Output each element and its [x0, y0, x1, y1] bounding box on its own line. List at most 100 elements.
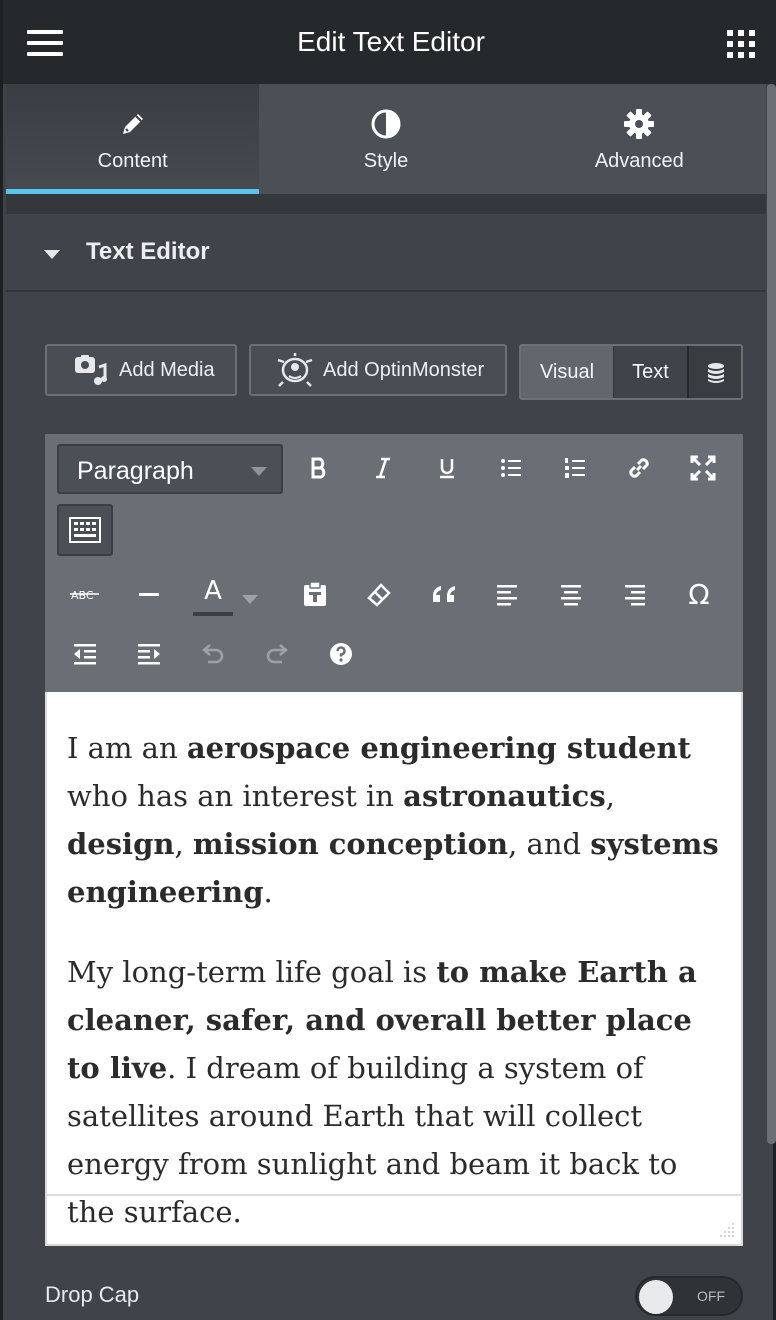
text-color-button[interactable]: A	[189, 570, 237, 618]
eraser-icon	[367, 583, 391, 607]
quote-icon	[433, 586, 455, 602]
caret-down-icon	[44, 250, 60, 259]
paste-as-text-button[interactable]	[291, 570, 339, 618]
fullscreen-icon	[690, 455, 716, 481]
clear-formatting-button[interactable]	[355, 570, 403, 618]
link-icon	[629, 458, 649, 478]
dynamic-tags-button[interactable]	[687, 346, 741, 398]
indent-icon	[138, 644, 160, 665]
media-icon	[75, 355, 107, 385]
editor-content[interactable]: I am an aerospace engineering student wh…	[67, 724, 727, 1244]
panel-tabs: Content Style Advanced	[6, 84, 766, 194]
drop-cap-toggle[interactable]: OFF	[635, 1276, 743, 1316]
horizontal-line-button[interactable]	[125, 570, 173, 618]
italic-button[interactable]	[359, 444, 407, 492]
toggle-knob	[639, 1280, 673, 1314]
paragraph-1: I am an aerospace engineering student wh…	[67, 724, 727, 916]
tab-style[interactable]: Style	[259, 84, 512, 194]
special-character-button[interactable]: Ω	[675, 570, 723, 618]
outdent-icon	[74, 644, 96, 665]
add-media-button[interactable]: Add Media	[45, 344, 237, 396]
editor-mode-switch: Visual Text	[519, 344, 743, 400]
bold-run: astronautics	[403, 779, 606, 813]
insert-link-button[interactable]	[615, 444, 663, 492]
fullscreen-button[interactable]	[679, 444, 727, 492]
help-button[interactable]	[317, 630, 365, 678]
bold-run: aerospace engineering student	[186, 731, 691, 765]
add-optinmonster-button[interactable]: Add OptinMonster	[249, 344, 507, 396]
visual-mode-tab[interactable]: Visual	[521, 346, 613, 398]
rich-text-editor[interactable]: I am an aerospace engineering student wh…	[45, 692, 743, 1246]
editor-toolbar: Paragraph ABC A Ω	[45, 434, 743, 692]
paragraph-2: My long-term life goal is to make Earth …	[67, 948, 727, 1236]
section-gap	[6, 194, 766, 214]
section-header-text-editor[interactable]: Text Editor	[6, 214, 766, 292]
text-color-glyph: A	[204, 576, 222, 606]
italic-icon	[376, 457, 390, 479]
database-icon	[708, 363, 724, 383]
text-mode-tab[interactable]: Text	[613, 346, 687, 398]
toggle-state: OFF	[697, 1288, 725, 1304]
indent-button[interactable]	[125, 630, 173, 678]
undo-button[interactable]	[189, 630, 237, 678]
text-run: who has an interest in	[67, 779, 404, 813]
panel-scrollbar[interactable]	[767, 84, 776, 1144]
editor-status-divider	[47, 1194, 741, 1196]
section-title: Text Editor	[86, 238, 210, 265]
svg-text:ABC: ABC	[71, 589, 94, 602]
contrast-icon	[371, 109, 401, 139]
underline-button[interactable]	[423, 444, 471, 492]
panel-title: Edit Text Editor	[297, 26, 485, 57]
numbered-list-button[interactable]	[551, 444, 599, 492]
text-run: , and	[508, 827, 591, 861]
toolbar-toggle-button[interactable]	[57, 504, 113, 556]
tab-advanced[interactable]: Advanced	[513, 84, 766, 194]
help-icon	[330, 643, 352, 665]
chevron-down-icon	[242, 594, 258, 604]
redo-button[interactable]	[253, 630, 301, 678]
align-left-button[interactable]	[483, 570, 531, 618]
resize-handle-icon[interactable]	[717, 1220, 735, 1238]
bulleted-list-button[interactable]	[487, 444, 535, 492]
text-run: .	[263, 875, 273, 909]
format-select[interactable]: Paragraph	[57, 444, 283, 494]
tab-style-label: Style	[363, 150, 409, 172]
chevron-down-icon	[251, 467, 267, 476]
bold-run: mission conception	[192, 827, 509, 861]
text-run: ,	[174, 827, 193, 861]
underline-icon	[440, 459, 454, 479]
blockquote-button[interactable]	[419, 570, 467, 618]
gear-icon	[624, 109, 655, 139]
tab-advanced-label: Advanced	[594, 150, 684, 172]
drop-cap-label: Drop Cap	[45, 1282, 140, 1307]
text-run: My long-term life goal is	[67, 955, 437, 989]
format-select-value: Paragraph	[77, 457, 194, 485]
grid-icon[interactable]	[727, 30, 755, 58]
clipboard-icon	[304, 581, 326, 606]
keyboard-icon	[69, 517, 101, 543]
horizontal-line-icon	[139, 593, 159, 596]
undo-icon	[202, 644, 224, 664]
bulleted-list-icon	[501, 459, 521, 477]
add-media-label: Add Media	[119, 359, 215, 381]
bold-run: design	[67, 827, 175, 861]
bold-button[interactable]	[295, 444, 343, 492]
panel-header: Edit Text Editor	[3, 0, 776, 84]
text-color-swatch	[193, 612, 233, 616]
strikethrough-icon: ABC	[70, 589, 99, 602]
align-center-button[interactable]	[547, 570, 595, 618]
align-right-icon	[625, 585, 645, 606]
redo-icon	[266, 644, 288, 664]
optinmonster-icon	[277, 353, 313, 387]
text-run: ,	[605, 779, 615, 813]
add-optinmonster-label: Add OptinMonster	[323, 359, 485, 381]
tab-content[interactable]: Content	[6, 84, 260, 194]
outdent-button[interactable]	[61, 630, 109, 678]
pencil-icon	[122, 114, 143, 134]
text-color-dropdown[interactable]	[235, 570, 265, 618]
numbered-list-icon	[565, 458, 585, 478]
strikethrough-button[interactable]: ABC	[61, 570, 109, 618]
align-left-icon	[497, 585, 517, 606]
align-right-button[interactable]	[611, 570, 659, 618]
align-center-icon	[561, 585, 581, 606]
